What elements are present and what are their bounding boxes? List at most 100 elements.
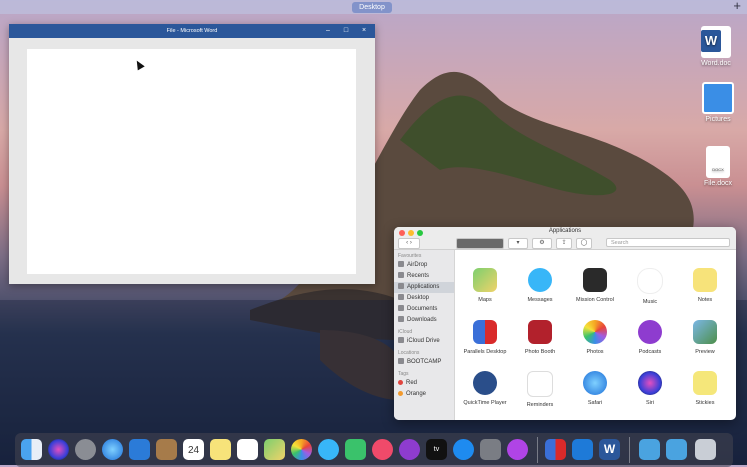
word-window-title: File - Microsoft Word	[166, 28, 218, 34]
calendar-icon[interactable]: 24	[183, 439, 204, 460]
music-icon[interactable]	[372, 439, 393, 460]
app-reminders[interactable]: Reminders	[513, 371, 567, 408]
drive-icon	[398, 358, 404, 365]
app-photo-booth[interactable]: Photo Booth	[513, 320, 567, 355]
maximize-button[interactable]: □	[337, 24, 355, 38]
desktop-icon	[398, 294, 404, 301]
word-icon[interactable]: W	[599, 439, 620, 460]
app-stickies[interactable]: Stickies	[678, 371, 732, 406]
airdrop-icon	[398, 261, 404, 268]
stickies-icon	[693, 371, 717, 395]
search-input[interactable]: Search	[606, 238, 730, 247]
maps-icon	[473, 268, 497, 292]
preview-icon	[693, 320, 717, 344]
app-messages[interactable]: Messages	[513, 268, 567, 303]
word-file-icon: W	[701, 26, 731, 58]
mission-control-icon	[583, 268, 607, 292]
messages-icon[interactable]	[318, 439, 339, 460]
app-podcasts[interactable]: Podcasts	[623, 320, 677, 355]
dock-separator	[537, 437, 538, 463]
sidebar-header: Favourites	[398, 253, 422, 259]
messages-icon	[528, 268, 552, 292]
launchpad-icon[interactable]	[75, 439, 96, 460]
mail-icon[interactable]	[129, 439, 150, 460]
desktop-icon-word-doc[interactable]: W Word.doc	[690, 26, 742, 67]
photos-icon[interactable]	[291, 439, 312, 460]
safari-icon[interactable]	[102, 439, 123, 460]
desktop-space-tab[interactable]: Desktop	[352, 2, 392, 13]
finder-window[interactable]: Applications ‹ › ▾ ⚙ ⇪ ◯ Search Favourit…	[394, 227, 736, 420]
sidebar-item-applications[interactable]: Applications	[394, 282, 454, 293]
app-store-icon[interactable]	[453, 439, 474, 460]
close-button[interactable]: ×	[355, 24, 373, 38]
app-maps[interactable]: Maps	[458, 268, 512, 303]
finder-sidebar: Favourites AirDrop Recents Applications …	[394, 250, 455, 420]
trash-icon[interactable]	[695, 439, 716, 460]
siri-icon[interactable]	[48, 439, 69, 460]
reminders-icon[interactable]	[237, 439, 258, 460]
back-forward-buttons[interactable]: ‹ ›	[398, 238, 420, 249]
group-button[interactable]: ▾	[508, 238, 528, 249]
facetime-icon[interactable]	[345, 439, 366, 460]
desktop-icon-docx[interactable]: DOCX File.docx	[692, 146, 744, 187]
app-notes[interactable]: Notes	[678, 268, 732, 303]
sidebar-header: iCloud	[398, 329, 413, 335]
sidebar-item-airdrop[interactable]: AirDrop	[394, 260, 454, 271]
applications-icon	[398, 283, 404, 290]
app-siri[interactable]: Siri	[623, 371, 677, 406]
sidebar-item-recents[interactable]: Recents	[394, 271, 454, 282]
cloud-icon	[398, 337, 404, 344]
desktop-icon-label: Pictures	[705, 116, 731, 123]
document-page[interactable]	[27, 49, 356, 274]
folder-icon[interactable]	[639, 439, 660, 460]
desktop-icon-label: Word.doc	[701, 60, 731, 67]
apple-tv-icon[interactable]: tv	[426, 439, 447, 460]
minimize-button[interactable]: –	[319, 24, 337, 38]
parallels-icon	[473, 320, 497, 344]
feedback-icon[interactable]	[507, 439, 528, 460]
share-button[interactable]: ⇪	[556, 238, 572, 249]
safari-icon	[583, 371, 607, 395]
maps-icon[interactable]	[264, 439, 285, 460]
podcasts-icon[interactable]	[399, 439, 420, 460]
notes-icon[interactable]	[210, 439, 231, 460]
contacts-icon[interactable]	[156, 439, 177, 460]
app-music[interactable]: Music	[623, 268, 677, 305]
sidebar-item-bootcamp[interactable]: BOOTCAMP	[394, 357, 454, 368]
red-tag-icon	[398, 379, 403, 385]
docx-file-icon: DOCX	[706, 146, 730, 178]
add-space-button[interactable]: +	[733, 0, 741, 13]
downloads-folder-icon[interactable]	[666, 439, 687, 460]
orange-tag-icon	[398, 390, 403, 396]
app-preview[interactable]: Preview	[678, 320, 732, 355]
view-mode-switcher[interactable]	[456, 238, 504, 249]
system-preferences-icon[interactable]	[480, 439, 501, 460]
finder-icon[interactable]	[21, 439, 42, 460]
parallels-icon[interactable]	[545, 439, 566, 460]
action-gear-button[interactable]: ⚙	[532, 238, 552, 249]
desktop-icon-pictures[interactable]: Pictures	[692, 82, 744, 123]
sidebar-item-downloads[interactable]: Downloads	[394, 315, 454, 326]
app-safari[interactable]: Safari	[568, 371, 622, 406]
sidebar-item-desktop[interactable]: Desktop	[394, 293, 454, 304]
music-icon	[637, 268, 663, 294]
sidebar-item-documents[interactable]: Documents	[394, 304, 454, 315]
sidebar-item-icloud-drive[interactable]: iCloud Drive	[394, 336, 454, 347]
app-quicktime-player[interactable]: QuickTime Player	[458, 371, 512, 406]
sidebar-item-tag-orange[interactable]: Orange	[394, 389, 454, 400]
sidebar-item-tag-red[interactable]: Red	[394, 378, 454, 389]
app-mission-control[interactable]: Mission Control	[568, 268, 622, 303]
finder-title: Applications	[548, 228, 582, 234]
word-window[interactable]: File - Microsoft Word – □ ×	[9, 24, 375, 284]
app-photos[interactable]: Photos	[568, 320, 622, 355]
word-titlebar[interactable]: File - Microsoft Word – □ ×	[9, 24, 375, 38]
photos-icon	[583, 320, 607, 344]
download-icon	[398, 316, 404, 323]
dock-separator	[629, 437, 630, 463]
photo-booth-icon	[528, 320, 552, 344]
app-parallels-desktop[interactable]: Parallels Desktop	[458, 320, 512, 355]
quicktime-icon	[473, 371, 497, 395]
windows-icon[interactable]	[572, 439, 593, 460]
tag-button[interactable]: ◯	[576, 238, 592, 249]
podcasts-icon	[638, 320, 662, 344]
